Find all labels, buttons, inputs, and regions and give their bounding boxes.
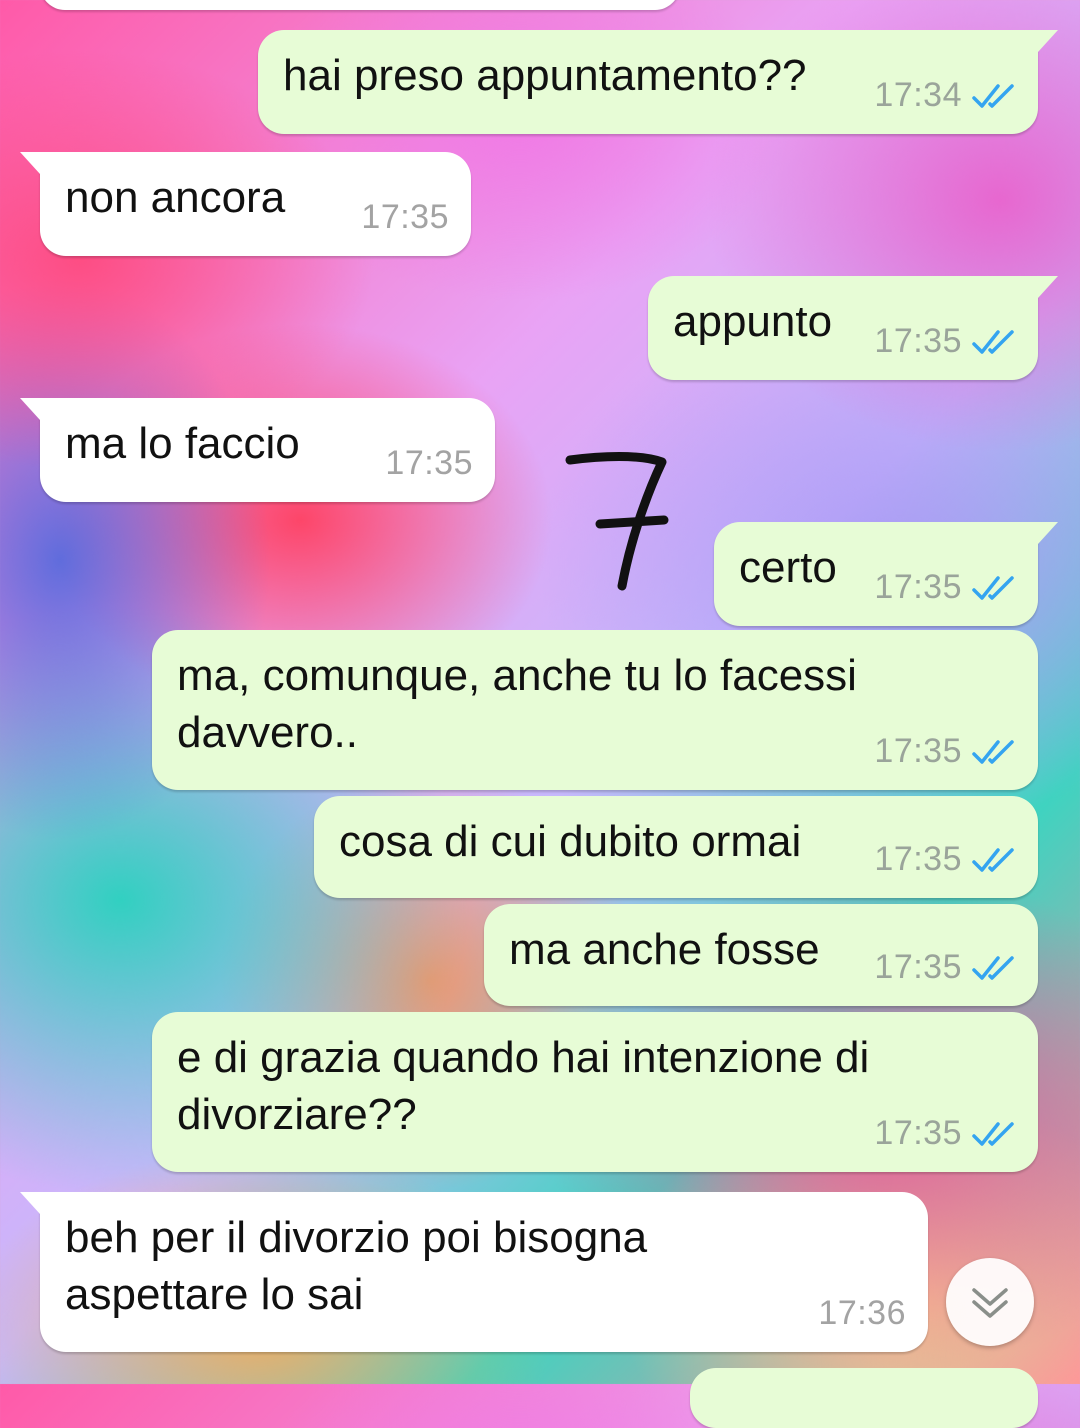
scroll-to-bottom-button[interactable] [946,1258,1034,1346]
message-text: beh per il divorzio poi bisogna aspettar… [65,1213,648,1319]
message-time: 17:35 [874,568,962,606]
message-outgoing[interactable]: hai preso appuntamento?? 17:34 [258,30,1058,134]
message-time: 17:35 [874,1114,962,1152]
message-time: 17:35 [361,198,449,236]
message-text: e di grazia quando hai intenzione di div… [177,1033,870,1139]
message-text: cosa di cui dubito ormai [339,817,802,866]
message-outgoing[interactable]: appunto 17:35 [648,276,1058,380]
message-meta: 17:34 [874,67,1016,124]
double-check-icon [972,847,1014,872]
message-time: 17:35 [874,732,962,770]
message-time: 17:35 [874,840,962,878]
message-text: ma lo faccio [65,419,300,468]
message-outgoing[interactable]: ma, comunque, anche tu lo facessi davver… [152,630,1038,790]
message-meta: 17:35 [385,435,473,492]
message-meta: 17:36 [818,1285,906,1342]
message-text: certo [739,543,837,592]
message-outgoing[interactable]: cosa di cui dubito ormai 17:35 [314,796,1038,898]
message-outgoing[interactable]: e di grazia quando hai intenzione di div… [152,1012,1038,1172]
double-check-icon [972,575,1014,600]
message-meta: 17:35 [874,559,1016,616]
message-incoming[interactable]: non ancora 17:35 [20,152,471,256]
message-meta: 17:35 [874,313,1016,370]
message-outgoing[interactable]: certo 17:35 [714,522,1058,626]
handwritten-annotation [565,452,669,591]
message-text: non ancora [65,173,286,222]
double-check-icon [972,83,1014,108]
message-text: ma anche fosse [509,925,820,974]
double-check-icon [972,955,1014,980]
message-text: ma, comunque, anche tu lo facessi davver… [177,651,857,757]
message-meta: 17:35 [874,723,1016,780]
message-time: 17:35 [874,322,962,360]
partial-message-bottom [690,1368,1038,1428]
chevron-double-down-icon [972,1288,1008,1318]
message-meta: 17:35 [874,939,1016,996]
message-text: hai preso appuntamento?? [283,51,807,100]
message-time: 17:36 [818,1294,906,1332]
message-outgoing[interactable]: ma anche fosse 17:35 [484,904,1038,1006]
message-meta: 17:35 [361,189,449,246]
double-check-icon [972,739,1014,764]
message-incoming[interactable]: ma lo faccio 17:35 [20,398,495,502]
message-meta: 17:35 [874,1105,1016,1162]
double-check-icon [972,329,1014,354]
message-text: appunto [673,297,833,346]
message-meta: 17:35 [874,831,1016,888]
message-time: 17:34 [874,76,962,114]
message-incoming[interactable]: beh per il divorzio poi bisogna aspettar… [20,1192,928,1352]
partial-message-top [40,0,680,10]
message-time: 17:35 [874,948,962,986]
message-time: 17:35 [385,444,473,482]
double-check-icon [972,1121,1014,1146]
